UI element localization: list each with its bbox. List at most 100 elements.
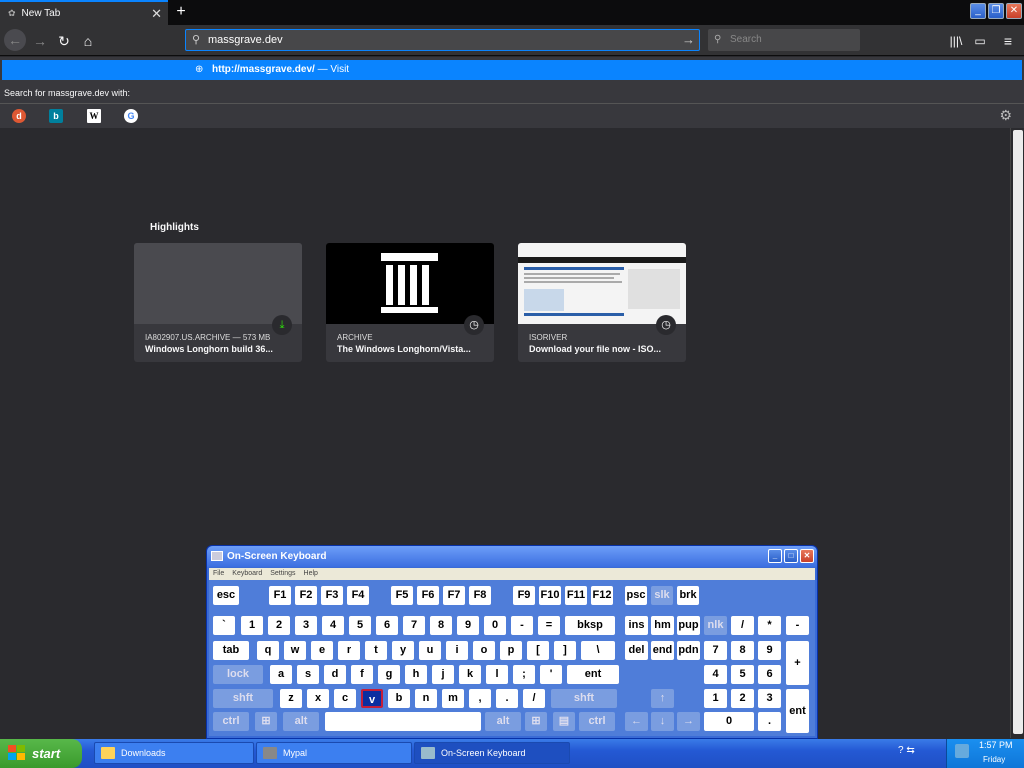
key-e[interactable]: e: [311, 641, 333, 660]
key-s[interactable]: s: [297, 665, 319, 684]
key-pdn[interactable]: pdn: [677, 641, 700, 660]
key-pup[interactable]: pup: [677, 616, 700, 635]
osk-maximize-button[interactable]: □: [784, 549, 798, 563]
key-2[interactable]: 2: [731, 689, 754, 708]
key-ctrl[interactable]: ctrl: [579, 712, 615, 731]
key-shft[interactable]: shft: [213, 689, 273, 708]
key-4[interactable]: 4: [704, 665, 727, 684]
key-a[interactable]: a: [270, 665, 292, 684]
bing-icon[interactable]: b: [49, 109, 63, 123]
key-alt[interactable]: alt: [485, 712, 521, 731]
key-f[interactable]: f: [351, 665, 373, 684]
key-9[interactable]: 9: [758, 641, 781, 660]
key-q[interactable]: q: [257, 641, 279, 660]
help-icon[interactable]: ? ⇆: [898, 745, 915, 756]
reload-button[interactable]: ↻: [54, 31, 74, 51]
taskbar-button-downloads[interactable]: Downloads: [94, 742, 254, 764]
url-input[interactable]: ⚲ massgrave.dev →: [185, 29, 700, 51]
gear-icon[interactable]: ⚙: [999, 107, 1012, 124]
key-ent[interactable]: ent: [786, 689, 809, 733]
scrollbar-thumb[interactable]: [1013, 130, 1023, 734]
tab-close-button[interactable]: ✕: [151, 6, 162, 22]
key-slk[interactable]: slk: [651, 586, 673, 605]
key-end[interactable]: end: [651, 641, 674, 660]
key-7[interactable]: 7: [704, 641, 727, 660]
key-z[interactable]: z: [280, 689, 302, 708]
url-suggestion[interactable]: ⊕ http://massgrave.dev/ — Visit: [2, 60, 1022, 80]
key-[interactable]: =: [538, 616, 560, 635]
back-button[interactable]: ←: [4, 29, 26, 51]
key-ctrl[interactable]: ctrl: [213, 712, 249, 731]
key-F5[interactable]: F5: [391, 586, 413, 605]
key-[interactable]: +: [786, 641, 809, 685]
key-[interactable]: \: [581, 641, 615, 660]
key-5[interactable]: 5: [349, 616, 371, 635]
key-v[interactable]: v: [361, 689, 383, 708]
key-brk[interactable]: brk: [677, 586, 699, 605]
key-[interactable]: -: [511, 616, 533, 635]
key-[interactable]: -: [786, 616, 809, 635]
menu-icon[interactable]: ≡: [998, 31, 1018, 51]
key-[interactable]: .: [758, 712, 781, 731]
key-8[interactable]: 8: [731, 641, 754, 660]
key-n[interactable]: n: [415, 689, 437, 708]
key-y[interactable]: y: [392, 641, 414, 660]
key-1[interactable]: 1: [241, 616, 263, 635]
key-j[interactable]: j: [432, 665, 454, 684]
key-[interactable]: ': [540, 665, 562, 684]
tab-new-tab[interactable]: ✿ New Tab ✕: [0, 0, 168, 25]
clock-time[interactable]: 1:57 PM: [979, 740, 1013, 750]
key-c[interactable]: c: [334, 689, 356, 708]
key-[interactable]: ,: [469, 689, 491, 708]
key-nlk[interactable]: nlk: [704, 616, 727, 635]
key-0[interactable]: 0: [484, 616, 506, 635]
key-F4[interactable]: F4: [347, 586, 369, 605]
key-6[interactable]: 6: [376, 616, 398, 635]
highlight-card[interactable]: ◷ ARCHIVE The Windows Longhorn/Vista...: [326, 243, 494, 362]
key-space[interactable]: [325, 712, 481, 731]
key-[interactable]: →: [677, 712, 700, 731]
key-4[interactable]: 4: [322, 616, 344, 635]
key-ent[interactable]: ent: [567, 665, 619, 684]
key-[interactable]: ]: [554, 641, 576, 660]
key-0[interactable]: 0: [704, 712, 754, 731]
key-x[interactable]: x: [307, 689, 329, 708]
key-[interactable]: .: [496, 689, 518, 708]
key-1[interactable]: 1: [704, 689, 727, 708]
forward-button[interactable]: →: [30, 31, 50, 51]
taskbar-button-mypal[interactable]: Mypal: [256, 742, 412, 764]
key-2[interactable]: 2: [268, 616, 290, 635]
key-3[interactable]: 3: [758, 689, 781, 708]
close-window-button[interactable]: ✕: [1006, 3, 1022, 19]
menu-key-icon[interactable]: ▤: [553, 712, 575, 731]
scrollbar[interactable]: [1010, 128, 1024, 738]
key-del[interactable]: del: [625, 641, 648, 660]
key-i[interactable]: i: [446, 641, 468, 660]
key-F7[interactable]: F7: [443, 586, 465, 605]
key-[interactable]: /: [523, 689, 545, 708]
key-alt[interactable]: alt: [283, 712, 319, 731]
minimize-button[interactable]: _: [970, 3, 986, 19]
menu-settings[interactable]: Settings: [270, 568, 295, 580]
key-m[interactable]: m: [442, 689, 464, 708]
key-3[interactable]: 3: [295, 616, 317, 635]
key-psc[interactable]: psc: [625, 586, 647, 605]
key-[interactable]: ←: [625, 712, 648, 731]
key-F3[interactable]: F3: [321, 586, 343, 605]
key-F6[interactable]: F6: [417, 586, 439, 605]
menu-file[interactable]: File: [213, 568, 224, 580]
key-r[interactable]: r: [338, 641, 360, 660]
key-[interactable]: ↓: [651, 712, 674, 731]
key-8[interactable]: 8: [430, 616, 452, 635]
menu-keyboard[interactable]: Keyboard: [232, 568, 262, 580]
network-icon[interactable]: [955, 744, 969, 758]
key-t[interactable]: t: [365, 641, 387, 660]
key-o[interactable]: o: [473, 641, 495, 660]
taskbar-button-osk[interactable]: On-Screen Keyboard: [414, 742, 570, 764]
go-arrow-icon[interactable]: →: [682, 30, 695, 50]
key-6[interactable]: 6: [758, 665, 781, 684]
key-d[interactable]: d: [324, 665, 346, 684]
key-F10[interactable]: F10: [539, 586, 561, 605]
google-icon[interactable]: G: [124, 109, 138, 123]
key-w[interactable]: w: [284, 641, 306, 660]
